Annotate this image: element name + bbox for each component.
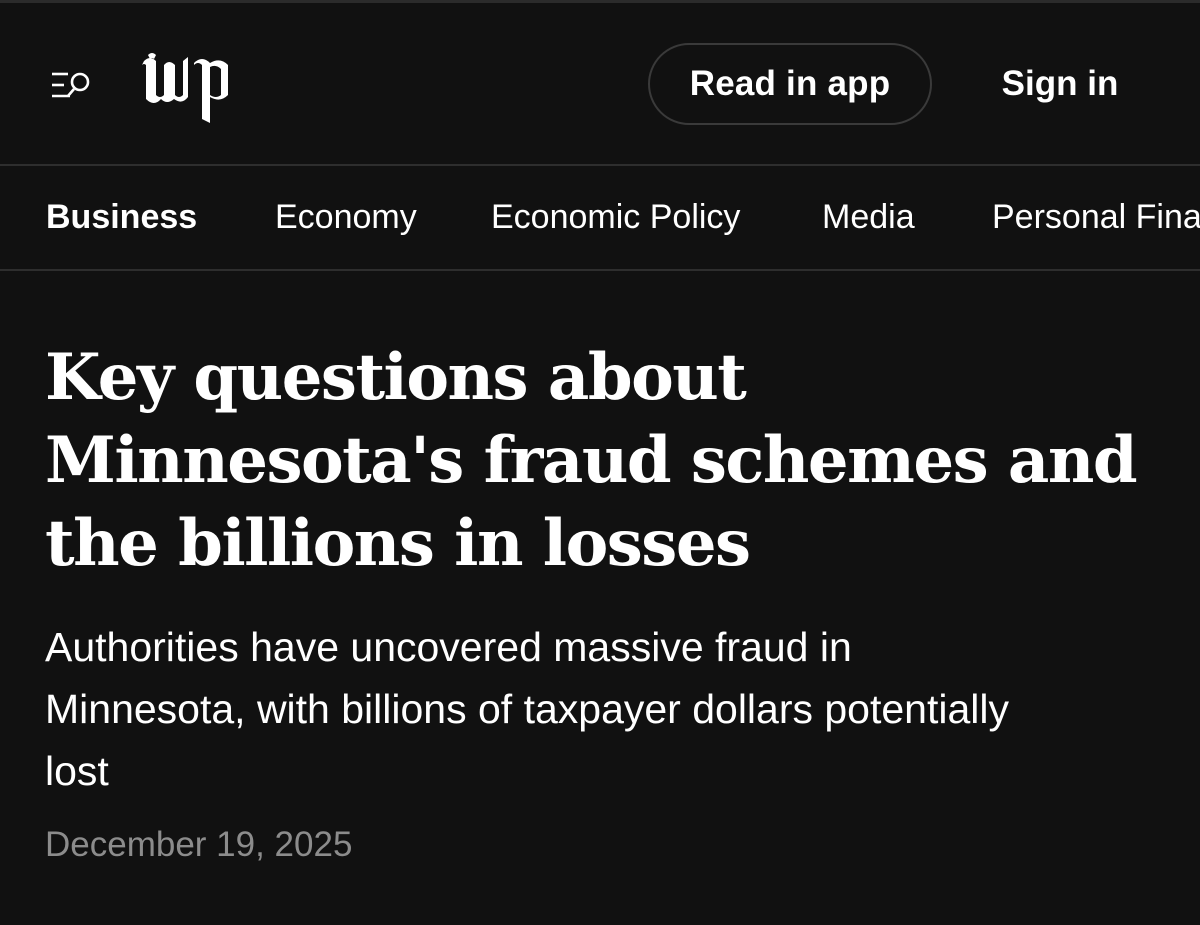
menu-search-button[interactable] bbox=[46, 63, 98, 107]
nav-item-media[interactable]: Media bbox=[822, 166, 915, 269]
section-nav: Business Economy Economic Policy Media P… bbox=[0, 166, 1200, 269]
nav-item-economic-policy[interactable]: Economic Policy bbox=[491, 166, 740, 269]
wp-logo-icon bbox=[142, 53, 228, 123]
washington-post-logo[interactable] bbox=[138, 49, 234, 125]
nav-item-economy[interactable]: Economy bbox=[275, 166, 417, 269]
article-subheadline: Authorities have uncovered massive fraud… bbox=[45, 624, 1010, 794]
menu-search-icon bbox=[52, 72, 90, 98]
nav-divider bbox=[0, 269, 1200, 271]
article-headline: Key questions about Minnesota's fraud sc… bbox=[45, 340, 1138, 581]
site-header: Read in app Sign in bbox=[0, 3, 1200, 165]
nav-item-personal-finance[interactable]: Personal Finance bbox=[992, 166, 1200, 269]
read-in-app-button[interactable]: Read in app bbox=[648, 43, 932, 125]
nav-item-business[interactable]: Business bbox=[46, 166, 197, 269]
sign-in-link[interactable]: Sign in bbox=[985, 43, 1135, 125]
publish-date: December 19, 2025 bbox=[45, 825, 353, 864]
